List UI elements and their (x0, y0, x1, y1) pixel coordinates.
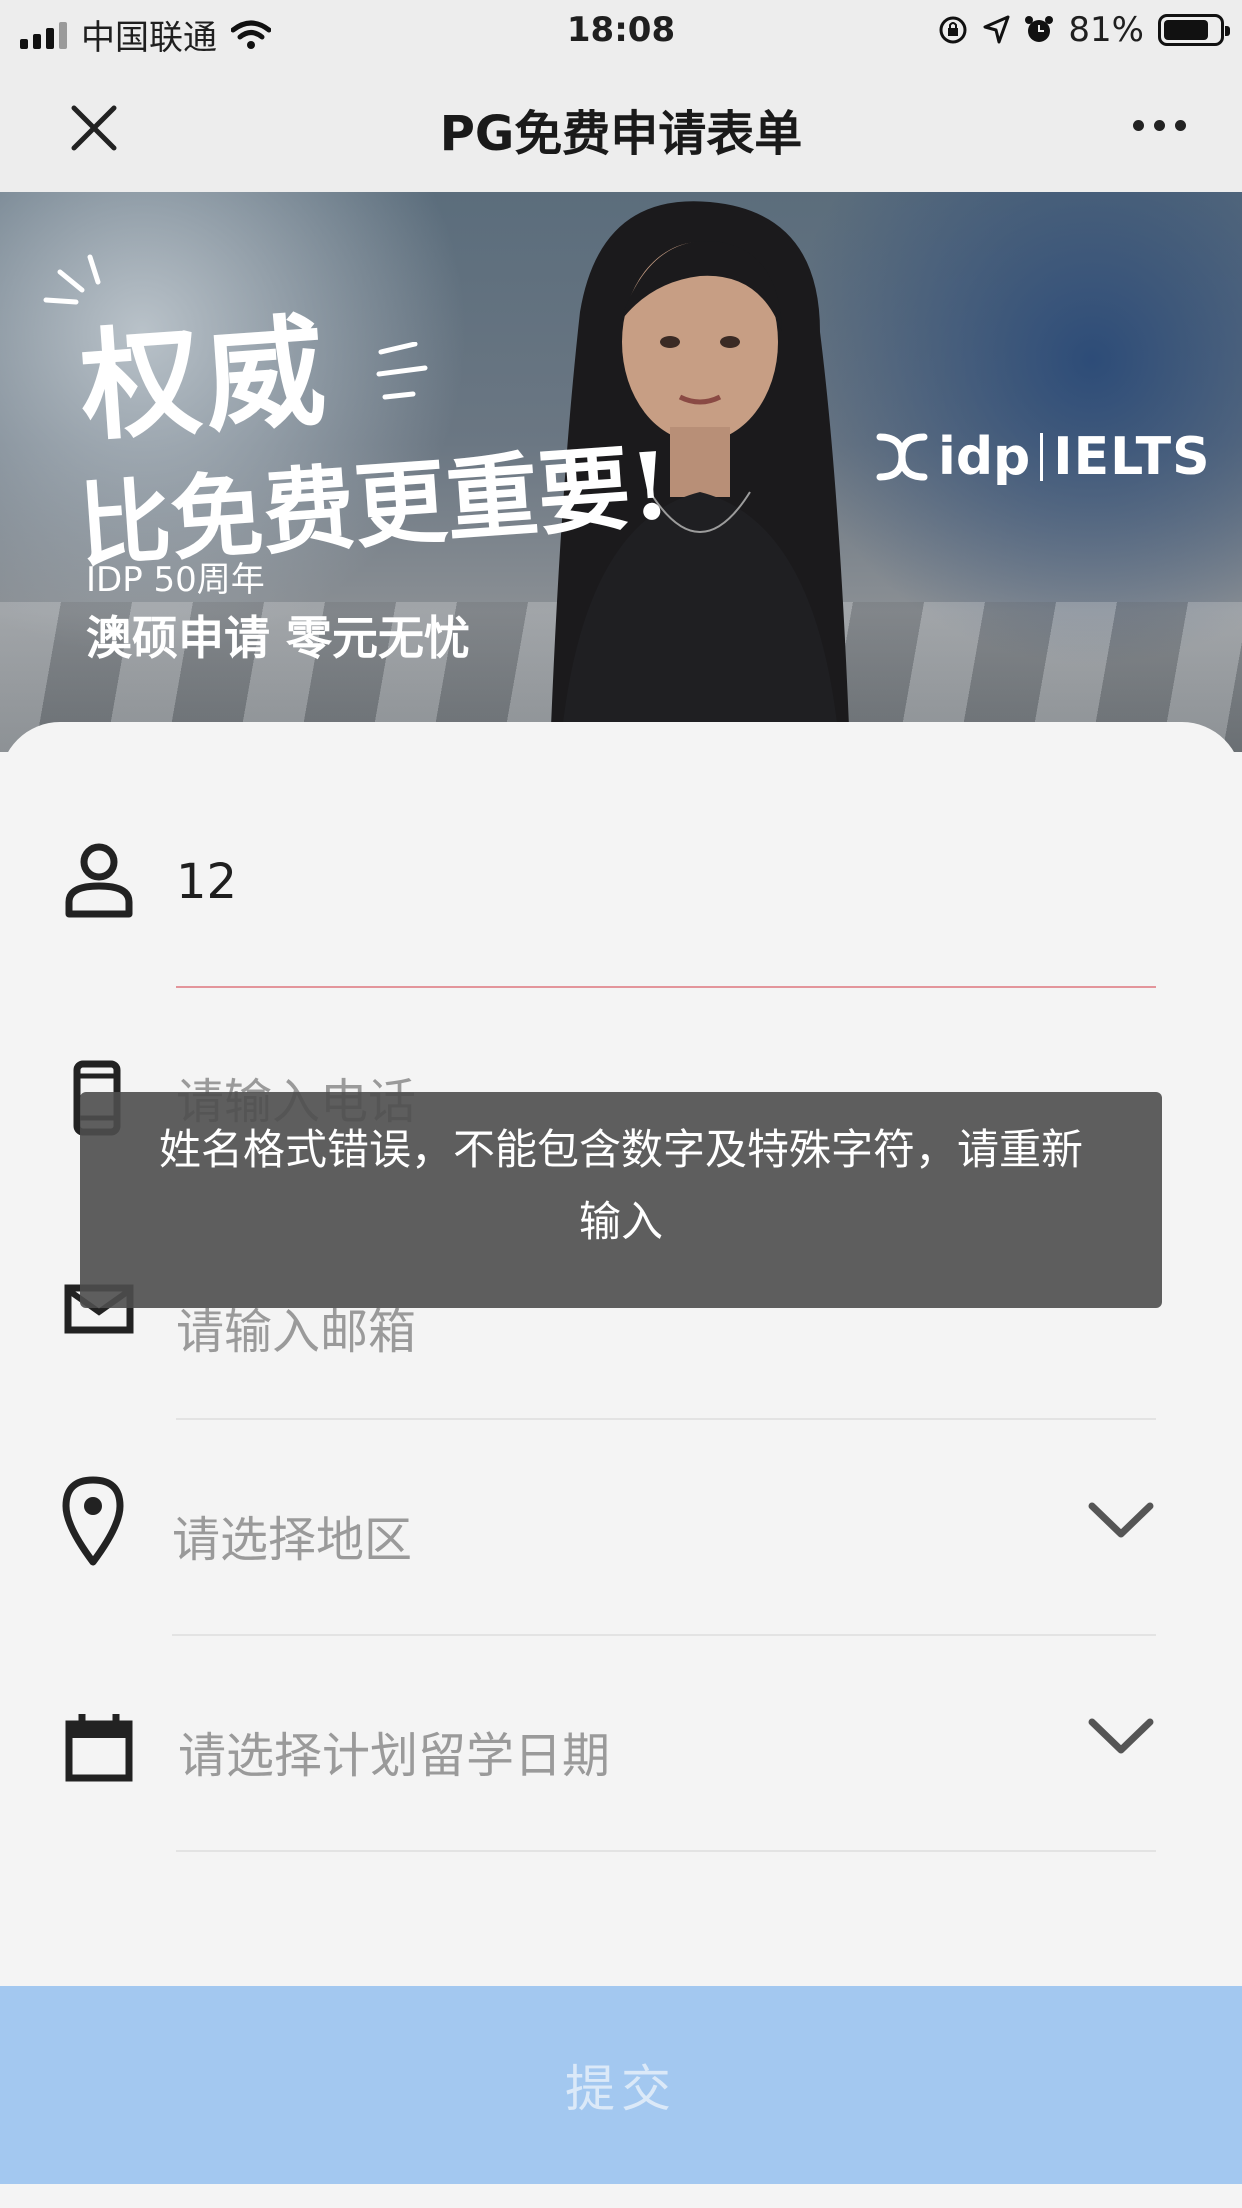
name-field[interactable]: 12 (0, 770, 1242, 988)
study-date-select[interactable]: 请选择计划留学日期 (178, 1716, 610, 1786)
brand-ielts: IELTS (1053, 427, 1211, 487)
promo-banner: 权威 比免费更重要! IDP 50周年 澳硕申请 零元无忧 idp IELTS (0, 192, 1242, 752)
nav-bar: PG免费申请表单 (0, 64, 1242, 192)
battery-icon (1158, 14, 1230, 46)
error-toast: 姓名格式错误，不能包含数字及特殊字符，请重新输入 (80, 1092, 1162, 1308)
region-select[interactable]: 请选择地区 (172, 1500, 412, 1570)
calendar-icon (65, 1714, 133, 1782)
chevron-down-icon[interactable] (1086, 1714, 1156, 1758)
brand-idp: idp (938, 427, 1031, 487)
banner-tagline-large: 澳硕申请 零元无忧 (86, 611, 471, 665)
status-right: 81% (938, 10, 1230, 50)
person-icon (65, 843, 133, 918)
region-underline (172, 1634, 1156, 1636)
chevron-down-icon[interactable] (1086, 1498, 1156, 1542)
alarm-icon (1025, 16, 1054, 42)
battery-level (1164, 20, 1208, 40)
idp-ielts-logo: idp IELTS (876, 427, 1211, 487)
location-icon (983, 15, 1010, 44)
orientation-lock-icon (939, 16, 967, 44)
banner-tagline-small: IDP 50周年 (86, 560, 265, 600)
name-underline (176, 986, 1156, 988)
more-icon[interactable] (1133, 120, 1186, 131)
page: 中国联通 18:08 81% PG免费申请表单 权威 比免费更重要! IDP 5… (0, 0, 1242, 2208)
location-pin-icon (62, 1476, 124, 1566)
submit-button[interactable]: 提交 (0, 1986, 1242, 2184)
battery-percent: 81% (1068, 10, 1144, 50)
status-bar: 中国联通 18:08 81% (0, 0, 1242, 64)
page-title: PG免费申请表单 (439, 106, 803, 162)
banner-headline-1: 权威 (76, 300, 334, 459)
name-input[interactable]: 12 (176, 854, 237, 910)
email-underline (176, 1418, 1156, 1420)
region-field[interactable]: 请选择地区 (0, 1464, 1242, 1680)
study-date-underline (176, 1850, 1156, 1852)
idp-logo-icon (876, 433, 928, 481)
sparkle-decoration (376, 342, 428, 400)
study-date-field[interactable]: 请选择计划留学日期 (0, 1680, 1242, 1896)
